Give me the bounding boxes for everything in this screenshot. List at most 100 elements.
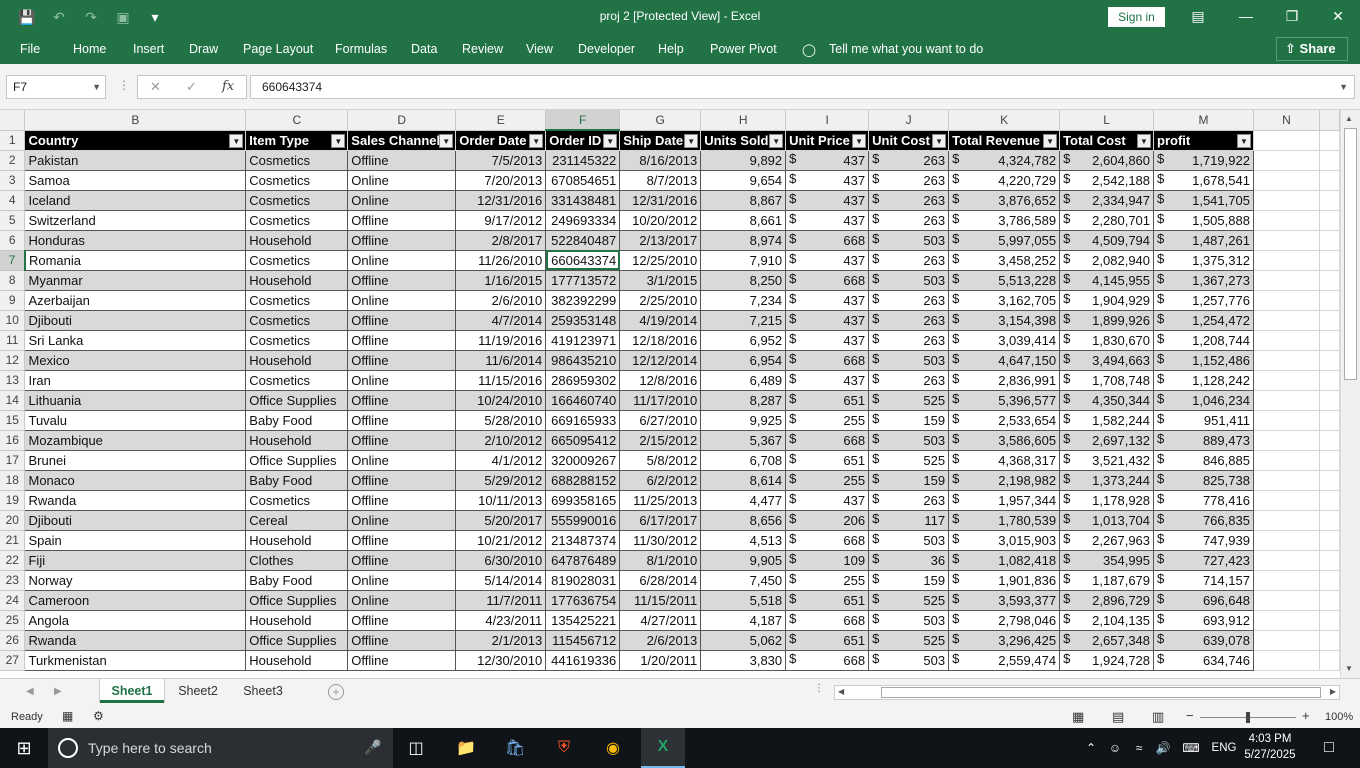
- table-cell[interactable]: 6/27/2010: [619, 410, 702, 431]
- table-cell[interactable]: 10/20/2012: [619, 210, 702, 231]
- table-cell[interactable]: Norway: [24, 570, 247, 591]
- tab-formulas[interactable]: Formulas: [335, 42, 387, 56]
- table-cell[interactable]: $1,719,922: [1153, 150, 1254, 171]
- accessibility-icon[interactable]: ⚙: [93, 709, 104, 723]
- empty-cell[interactable]: [1253, 210, 1320, 231]
- table-cell[interactable]: $693,912: [1153, 610, 1254, 631]
- table-cell[interactable]: $2,697,132: [1059, 430, 1155, 451]
- table-cell[interactable]: 320009267: [545, 450, 621, 471]
- table-cell[interactable]: $668: [785, 430, 870, 451]
- table-cell[interactable]: $3,154,398: [948, 310, 1061, 331]
- table-cell[interactable]: $1,254,472: [1153, 310, 1254, 331]
- table-cell[interactable]: $5,513,228: [948, 270, 1061, 291]
- empty-cell[interactable]: [1253, 550, 1320, 571]
- table-cell[interactable]: $437: [785, 250, 870, 271]
- row-header[interactable]: 3: [0, 170, 26, 191]
- table-cell[interactable]: Clothes: [245, 550, 349, 571]
- table-cell[interactable]: $668: [785, 230, 870, 251]
- table-cell[interactable]: 4/1/2012: [455, 450, 547, 471]
- table-cell[interactable]: Iceland: [24, 190, 247, 211]
- scroll-left-icon[interactable]: ◀: [838, 687, 844, 696]
- row-header[interactable]: 10: [0, 310, 26, 331]
- table-cell[interactable]: 9,925: [700, 410, 787, 431]
- table-cell[interactable]: $117: [868, 510, 950, 531]
- table-cell[interactable]: $503: [868, 610, 950, 631]
- table-cell[interactable]: Cosmetics: [245, 330, 349, 351]
- table-cell[interactable]: 12/12/2014: [619, 350, 702, 371]
- table-cell[interactable]: 7,215: [700, 310, 787, 331]
- empty-cell[interactable]: [1319, 450, 1340, 471]
- table-cell[interactable]: $255: [785, 470, 870, 491]
- table-cell[interactable]: Romania: [24, 250, 247, 271]
- enter-icon[interactable]: ✓: [186, 79, 197, 95]
- tab-view[interactable]: View: [526, 42, 553, 56]
- row-header[interactable]: 19: [0, 490, 26, 511]
- table-cell[interactable]: 11/26/2010: [455, 250, 547, 271]
- table-cell[interactable]: $5,396,577: [948, 390, 1061, 411]
- empty-cell[interactable]: [1319, 250, 1340, 271]
- empty-cell[interactable]: [1253, 610, 1320, 631]
- empty-cell[interactable]: [1319, 590, 1340, 611]
- scroll-right-icon[interactable]: ▶: [1330, 687, 1336, 696]
- column-header[interactable]: F: [545, 110, 621, 131]
- empty-cell[interactable]: [1319, 430, 1340, 451]
- row-header[interactable]: 26: [0, 630, 26, 651]
- table-cell[interactable]: $1,505,888: [1153, 210, 1254, 231]
- table-cell[interactable]: $727,423: [1153, 550, 1254, 571]
- table-cell[interactable]: Baby Food: [245, 410, 349, 431]
- table-cell[interactable]: Cosmetics: [245, 210, 349, 231]
- table-cell[interactable]: $3,458,252: [948, 250, 1061, 271]
- table-cell[interactable]: $1,373,244: [1059, 470, 1155, 491]
- table-cell[interactable]: 213487374: [545, 530, 621, 551]
- table-cell[interactable]: 8,287: [700, 390, 787, 411]
- column-header[interactable]: K: [948, 110, 1061, 131]
- table-cell[interactable]: Turkmenistan: [24, 650, 247, 671]
- table-cell[interactable]: $525: [868, 590, 950, 611]
- table-cell[interactable]: $1,178,928: [1059, 490, 1155, 511]
- table-cell[interactable]: $668: [785, 350, 870, 371]
- notifications-icon[interactable]: □: [1314, 728, 1344, 768]
- table-cell[interactable]: $1,208,744: [1153, 330, 1254, 351]
- table-cell[interactable]: $2,896,729: [1059, 590, 1155, 611]
- table-cell[interactable]: $1,708,748: [1059, 370, 1155, 391]
- column-header[interactable]: B: [24, 110, 247, 131]
- table-cell[interactable]: Cosmetics: [245, 290, 349, 311]
- row-header[interactable]: 7: [0, 250, 26, 271]
- table-header-cell[interactable]: Ship Date ▼: [619, 130, 702, 151]
- table-cell[interactable]: 647876489: [545, 550, 621, 571]
- table-cell[interactable]: Sri Lanka: [24, 330, 247, 351]
- minimize-button[interactable]: —: [1226, 4, 1266, 28]
- table-cell[interactable]: $525: [868, 450, 950, 471]
- table-cell[interactable]: Baby Food: [245, 570, 349, 591]
- table-cell[interactable]: Offline: [347, 410, 457, 431]
- add-sheet-icon[interactable]: +: [328, 684, 344, 700]
- row-header[interactable]: 17: [0, 450, 26, 471]
- table-header-cell[interactable]: profit ▼: [1153, 130, 1254, 151]
- table-cell[interactable]: $437: [785, 330, 870, 351]
- select-all-corner[interactable]: [0, 110, 26, 131]
- filter-dropdown-icon[interactable]: ▼: [1043, 133, 1058, 148]
- table-cell[interactable]: 3,830: [700, 650, 787, 671]
- table-cell[interactable]: $437: [785, 490, 870, 511]
- horizontal-scrollbar[interactable]: ◀ ▶: [834, 685, 1340, 700]
- table-cell[interactable]: $668: [785, 530, 870, 551]
- table-cell[interactable]: Household: [245, 610, 349, 631]
- table-cell[interactable]: $3,494,663: [1059, 350, 1155, 371]
- column-header[interactable]: H: [700, 110, 787, 131]
- table-cell[interactable]: $263: [868, 210, 950, 231]
- table-cell[interactable]: 12/25/2010: [619, 250, 702, 271]
- table-cell[interactable]: $2,559,474: [948, 650, 1061, 671]
- empty-cell[interactable]: [1319, 470, 1340, 491]
- row-header[interactable]: 13: [0, 370, 26, 391]
- table-header-cell[interactable]: Country ▼: [24, 130, 247, 151]
- table-cell[interactable]: Online: [347, 190, 457, 211]
- table-cell[interactable]: 6,952: [700, 330, 787, 351]
- empty-cell[interactable]: [1253, 250, 1320, 271]
- table-cell[interactable]: $1,830,670: [1059, 330, 1155, 351]
- insert-function-icon[interactable]: fx: [222, 79, 234, 94]
- table-cell[interactable]: $437: [785, 170, 870, 191]
- table-cell[interactable]: $437: [785, 290, 870, 311]
- table-cell[interactable]: Offline: [347, 330, 457, 351]
- row-header[interactable]: 27: [0, 650, 26, 671]
- table-cell[interactable]: 10/24/2010: [455, 390, 547, 411]
